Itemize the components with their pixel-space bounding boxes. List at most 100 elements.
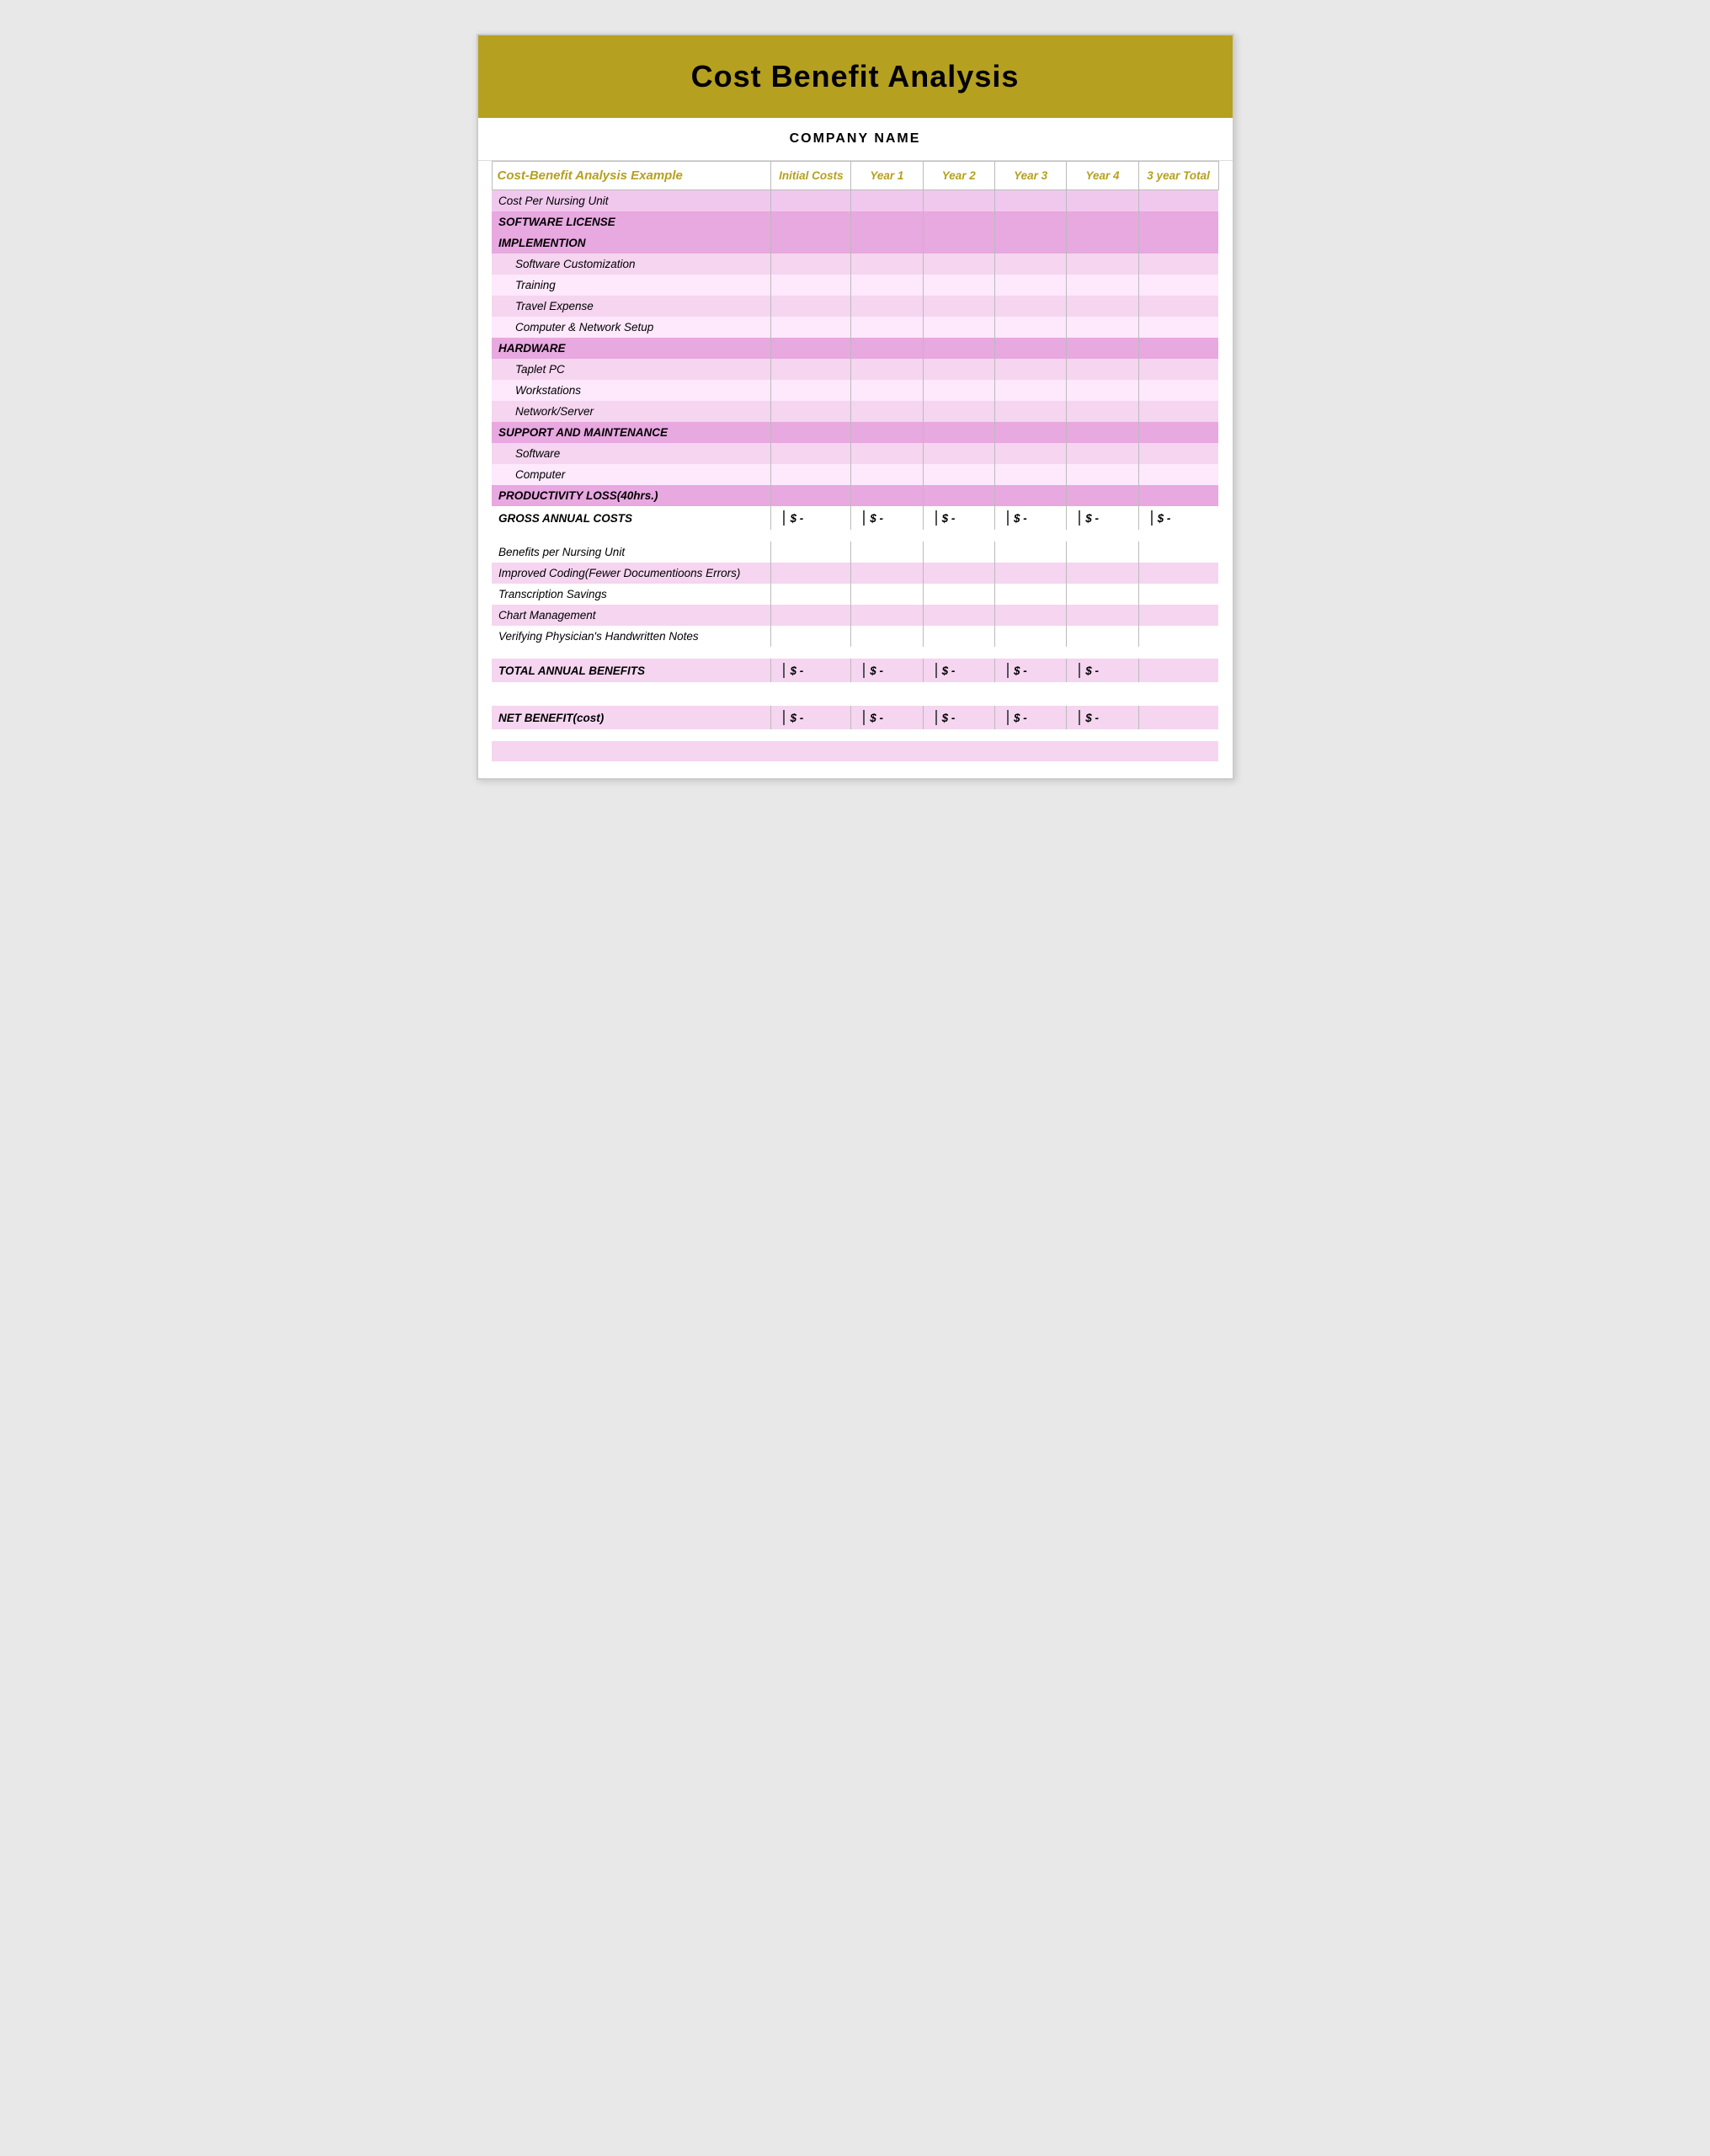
- table-row: Verifying Physician's Handwritten Notes: [492, 626, 1218, 647]
- row-value: $ -: [994, 506, 1066, 530]
- spacer-row: [492, 694, 1218, 706]
- row-value: [1067, 542, 1138, 563]
- row-value: [851, 253, 923, 275]
- row-value: [851, 542, 923, 563]
- row-value: $ -: [851, 506, 923, 530]
- row-value: [1138, 626, 1218, 647]
- row-value: $ -: [1138, 506, 1218, 530]
- row-value: [994, 422, 1066, 443]
- row-value: [1138, 563, 1218, 584]
- row-value: [771, 563, 851, 584]
- row-value: $ -: [1067, 659, 1138, 682]
- table-row: Network/Server: [492, 401, 1218, 422]
- row-value: [994, 338, 1066, 359]
- table-row: Travel Expense: [492, 296, 1218, 317]
- row-label: SUPPORT AND MAINTENANCE: [492, 422, 771, 443]
- row-value: [923, 584, 994, 605]
- row-value: $ -: [851, 706, 923, 729]
- row-value: [1067, 359, 1138, 380]
- row-value: [994, 542, 1066, 563]
- row-label: NET BENEFIT(cost): [492, 706, 771, 729]
- row-value: [994, 584, 1066, 605]
- row-value: $ -: [851, 659, 923, 682]
- table-row: PRODUCTIVITY LOSS(40hrs.): [492, 485, 1218, 506]
- row-value: [1067, 253, 1138, 275]
- row-value: [1138, 190, 1218, 212]
- row-label: TOTAL ANNUAL BENEFITS: [492, 659, 771, 682]
- table-row: Transcription Savings: [492, 584, 1218, 605]
- row-value: $ -: [771, 706, 851, 729]
- row-value: [771, 584, 851, 605]
- row-value: [923, 443, 994, 464]
- table-row: GROSS ANNUAL COSTS$ -$ -$ -$ -$ -$ -: [492, 506, 1218, 530]
- row-label: Chart Management: [492, 605, 771, 626]
- row-label: HARDWARE: [492, 338, 771, 359]
- row-value: [851, 296, 923, 317]
- row-value: [771, 338, 851, 359]
- table-row: NET BENEFIT(cost)$ -$ -$ -$ -$ -: [492, 706, 1218, 729]
- row-value: [923, 422, 994, 443]
- row-label: Cost Per Nursing Unit: [492, 190, 771, 212]
- row-value: $ -: [994, 706, 1066, 729]
- row-value: [1138, 706, 1218, 729]
- row-value: [994, 211, 1066, 232]
- row-value: [771, 359, 851, 380]
- row-value: [1067, 211, 1138, 232]
- row-value: [923, 626, 994, 647]
- row-value: [1138, 422, 1218, 443]
- row-label: Computer & Network Setup: [492, 317, 771, 338]
- spacer-row: [492, 530, 1218, 542]
- row-value: [1138, 232, 1218, 253]
- row-value: [771, 626, 851, 647]
- row-label: Verifying Physician's Handwritten Notes: [492, 626, 771, 647]
- row-value: [994, 626, 1066, 647]
- row-value: [851, 232, 923, 253]
- row-value: [1067, 401, 1138, 422]
- row-value: [923, 380, 994, 401]
- row-value: [1067, 232, 1138, 253]
- spacer-row: [492, 729, 1218, 741]
- row-value: [771, 232, 851, 253]
- row-value: $ -: [1067, 706, 1138, 729]
- row-value: [851, 563, 923, 584]
- row-value: [923, 485, 994, 506]
- spacer-row: [492, 682, 1218, 694]
- row-value: [1138, 605, 1218, 626]
- row-value: [1067, 605, 1138, 626]
- row-value: [1138, 296, 1218, 317]
- row-value: [1138, 275, 1218, 296]
- row-value: [771, 296, 851, 317]
- row-value: [771, 542, 851, 563]
- row-value: [994, 275, 1066, 296]
- header-col6: Year 4: [1067, 162, 1138, 190]
- company-name: COMPANY NAME: [478, 118, 1233, 161]
- row-value: [923, 338, 994, 359]
- row-value: [851, 584, 923, 605]
- row-value: [1138, 401, 1218, 422]
- row-value: [994, 232, 1066, 253]
- row-value: [851, 190, 923, 212]
- row-value: [994, 464, 1066, 485]
- row-value: [1138, 380, 1218, 401]
- table-row: HARDWARE: [492, 338, 1218, 359]
- main-title: Cost Benefit Analysis: [495, 59, 1216, 94]
- table-row: SUPPORT AND MAINTENANCE: [492, 422, 1218, 443]
- row-value: $ -: [771, 659, 851, 682]
- row-value: [771, 464, 851, 485]
- row-value: [1138, 464, 1218, 485]
- table-row: Workstations: [492, 380, 1218, 401]
- spacer-row: [492, 647, 1218, 659]
- row-value: [994, 253, 1066, 275]
- row-value: [771, 211, 851, 232]
- row-value: [994, 401, 1066, 422]
- row-value: [771, 443, 851, 464]
- row-value: [994, 296, 1066, 317]
- row-label: Taplet PC: [492, 359, 771, 380]
- row-value: [994, 605, 1066, 626]
- row-value: [771, 422, 851, 443]
- table-row: TOTAL ANNUAL BENEFITS$ -$ -$ -$ -$ -: [492, 659, 1218, 682]
- row-value: [851, 464, 923, 485]
- row-value: [1138, 253, 1218, 275]
- row-label: PRODUCTIVITY LOSS(40hrs.): [492, 485, 771, 506]
- table-row: IMPLEMENTION: [492, 232, 1218, 253]
